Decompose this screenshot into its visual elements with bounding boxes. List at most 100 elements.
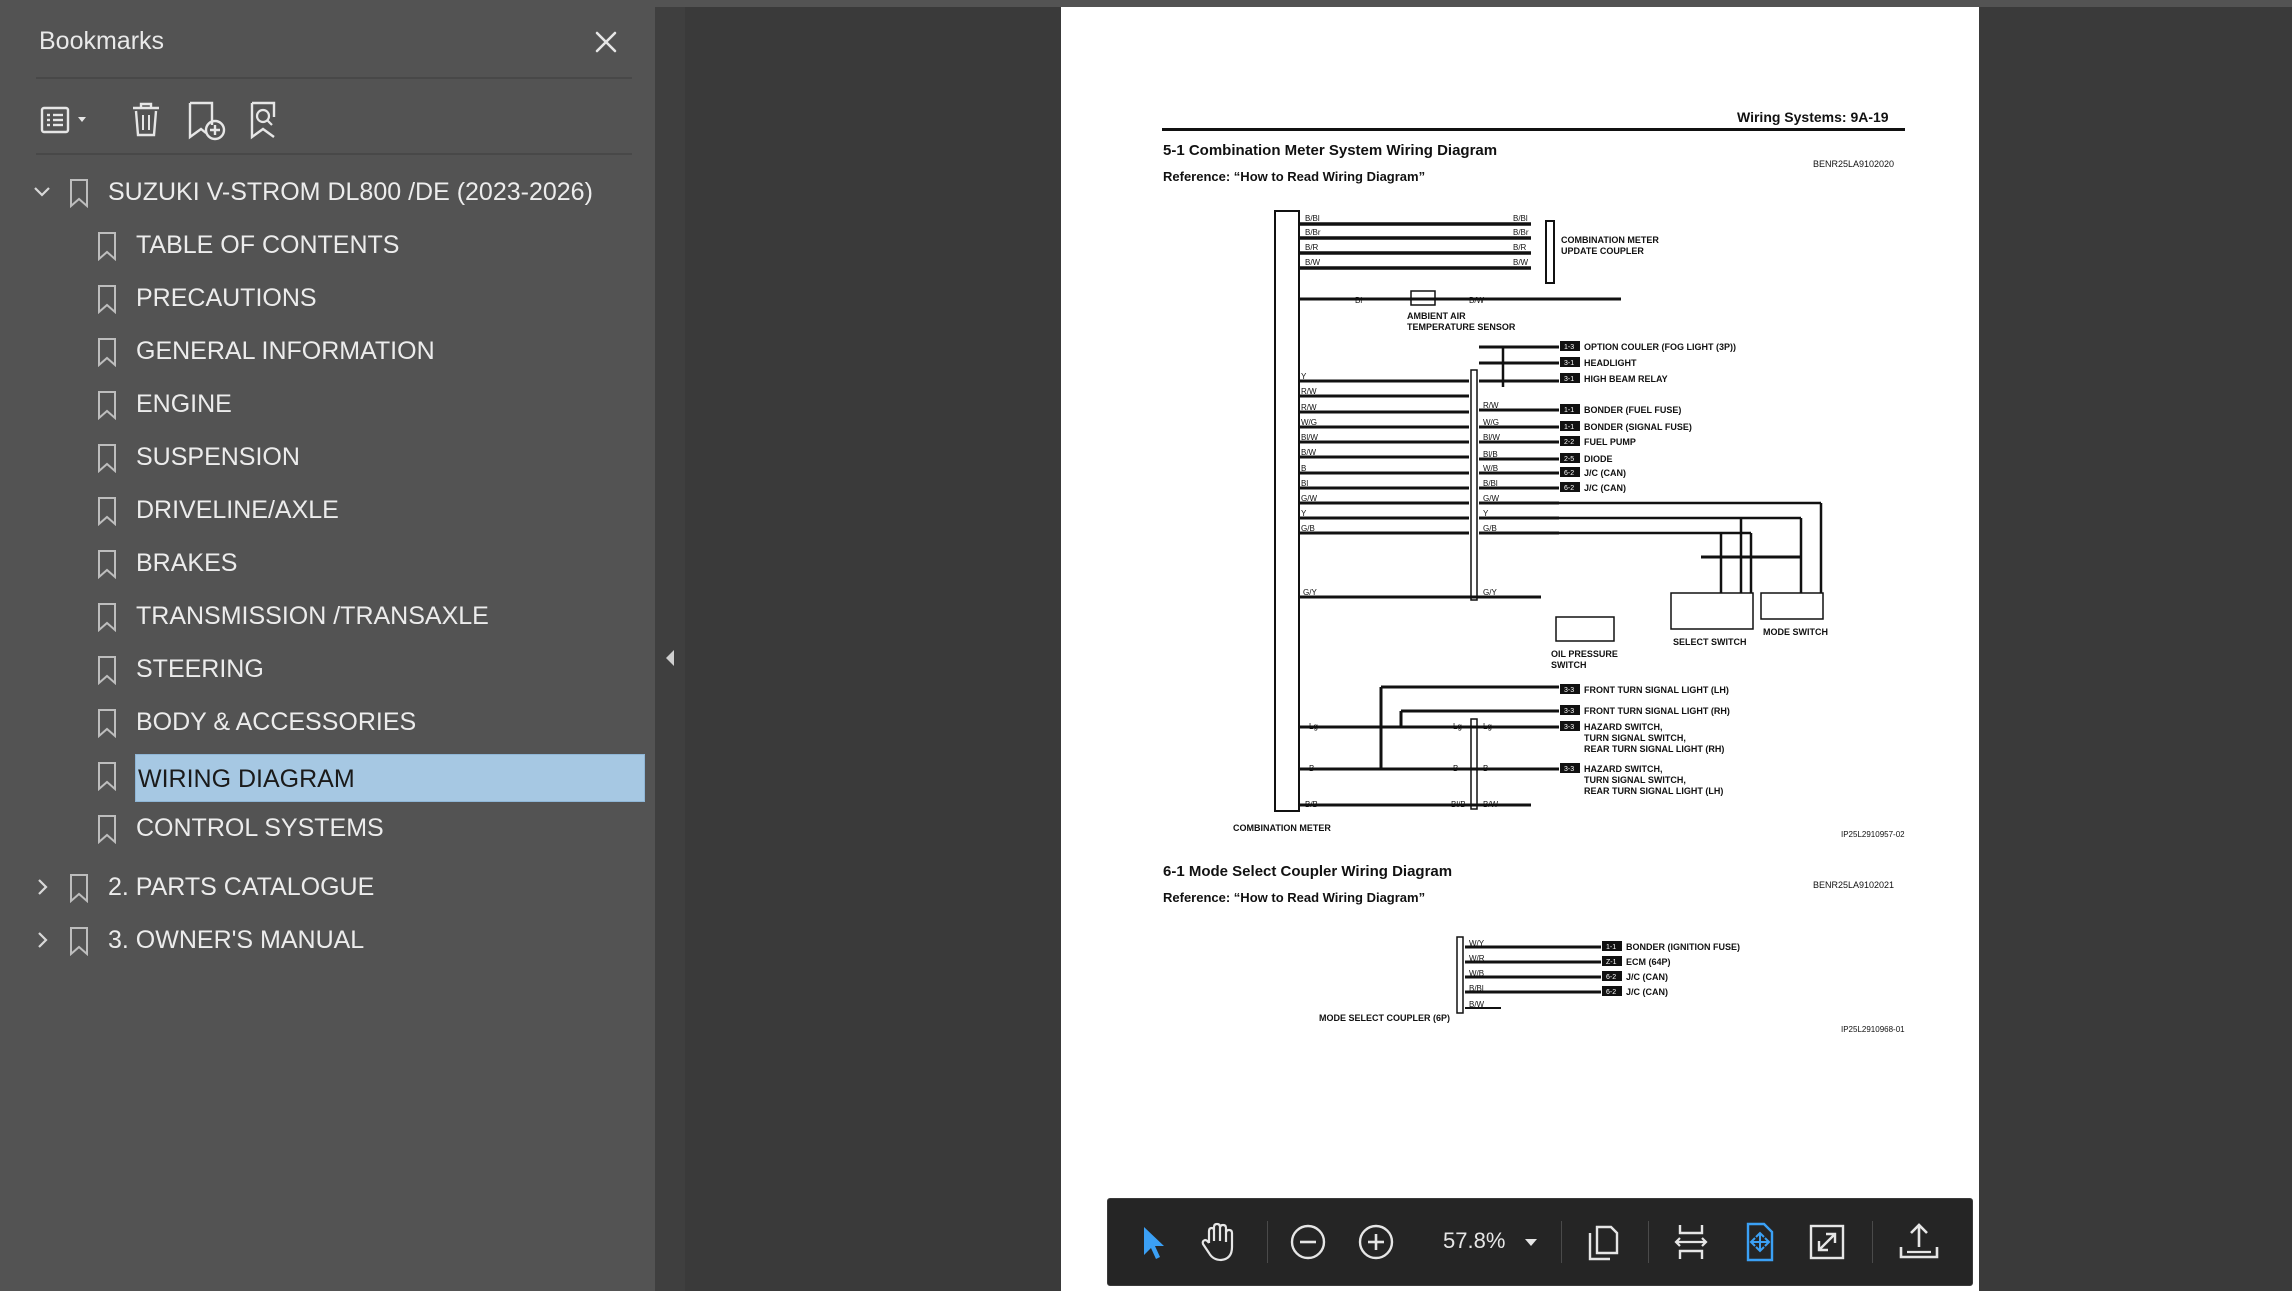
- wire-code: B/Bl: [1469, 984, 1484, 993]
- component-label: REAR TURN SIGNAL LIGHT (RH): [1584, 744, 1724, 754]
- connector-tag-label: 2-5: [1564, 456, 1574, 463]
- connector-tag-label: 6-2: [1606, 989, 1616, 996]
- bookmark-item[interactable]: SUSPENSION: [0, 433, 655, 481]
- bookmark-item[interactable]: STEERING: [0, 645, 655, 693]
- chevron-right-icon[interactable]: [30, 928, 54, 952]
- bookmark-label: TABLE OF CONTENTS: [136, 231, 400, 259]
- bookmark-label: BODY & ACCESSORIES: [136, 708, 417, 736]
- bookmark-label: PRECAUTIONS: [136, 284, 317, 312]
- select-switch-box: [1670, 592, 1754, 630]
- wire-code: B: [1453, 764, 1458, 773]
- component-label: FUEL PUMP: [1584, 437, 1636, 447]
- chevron-right-icon[interactable]: [30, 875, 54, 899]
- trash-icon[interactable]: [126, 95, 166, 145]
- component-label: FRONT TURN SIGNAL LIGHT (LH): [1584, 685, 1729, 695]
- component-label: FRONT TURN SIGNAL LIGHT (RH): [1584, 706, 1730, 716]
- bookmark-owners-manual[interactable]: 3. OWNER'S MANUAL: [0, 916, 655, 964]
- collapse-arrow-icon[interactable]: [663, 647, 677, 669]
- component-label: J/C (CAN): [1626, 972, 1668, 982]
- bookmark-parts-catalogue[interactable]: 2. PARTS CATALOGUE: [0, 863, 655, 911]
- wire-code: W/G: [1483, 418, 1499, 427]
- bookmark-icon: [98, 656, 116, 685]
- wire-code: B/W: [1301, 448, 1317, 457]
- bookmark-icon: [98, 285, 116, 314]
- connector-tag-label: 3-3: [1564, 766, 1574, 773]
- ambient-sensor-label: AMBIENT AIR: [1407, 311, 1466, 321]
- zoom-dropdown-icon[interactable]: [1516, 1219, 1546, 1265]
- wire-code: G/W: [1483, 494, 1499, 503]
- bookmark-item[interactable]: TABLE OF CONTENTS: [0, 221, 655, 269]
- connector-tag-label: 1-3: [1564, 344, 1574, 351]
- divider: [36, 153, 632, 155]
- wire-code: R/W: [1301, 387, 1317, 396]
- bookmark-icon: [70, 874, 88, 903]
- bookmark-label: BRAKES: [136, 549, 238, 577]
- wire-code: W/B: [1469, 969, 1484, 978]
- wire-code: B/W: [1513, 258, 1529, 267]
- bookmark-label: SUZUKI V-STROM DL800 /DE (2023-2026): [108, 178, 593, 206]
- component-label: OPTION COULER (FOG LIGHT (3P)): [1584, 342, 1736, 352]
- wire-code: Bl/B: [1483, 450, 1498, 459]
- zoom-out-icon[interactable]: [1285, 1219, 1331, 1265]
- add-bookmark-icon[interactable]: [184, 95, 228, 145]
- component-label: ECM (64P): [1626, 957, 1671, 967]
- bookmark-item[interactable]: BRAKES: [0, 539, 655, 587]
- page-display-icon[interactable]: [1580, 1219, 1626, 1265]
- wire-code: B/B: [1305, 800, 1318, 809]
- bookmark-options-icon[interactable]: [38, 95, 98, 145]
- close-icon[interactable]: [589, 25, 623, 59]
- component-label: HAZARD SWITCH,: [1584, 722, 1663, 732]
- bookmark-item[interactable]: ENGINE: [0, 380, 655, 428]
- bookmarks-panel: Bookmarks SUZUKI V-STROM DL800 /DE (2023…: [0, 7, 655, 1291]
- hand-tool-icon[interactable]: [1194, 1219, 1240, 1265]
- bookmark-icon: [98, 391, 116, 420]
- component-label: HIGH BEAM RELAY: [1584, 374, 1668, 384]
- fit-page-icon[interactable]: [1736, 1219, 1782, 1265]
- bookmark-item[interactable]: BODY & ACCESSORIES: [0, 698, 655, 746]
- component-label: J/C (CAN): [1626, 987, 1668, 997]
- fit-width-icon[interactable]: [1668, 1219, 1714, 1265]
- select-pointer-icon[interactable]: [1130, 1219, 1176, 1265]
- wire-code: B/Br: [1513, 228, 1529, 237]
- wire-code: R/W: [1301, 403, 1317, 412]
- bookmark-root[interactable]: SUZUKI V-STROM DL800 /DE (2023-2026): [0, 168, 655, 216]
- bookmark-item[interactable]: GENERAL INFORMATION: [0, 327, 655, 375]
- bookmark-icon: [70, 927, 88, 956]
- bookmark-icon: [98, 815, 116, 844]
- bookmark-item[interactable]: TRANSMISSION /TRANSAXLE: [0, 592, 655, 640]
- zoom-level[interactable]: 57.8%: [1443, 1228, 1505, 1254]
- connector-tag-label: 6-2: [1564, 485, 1574, 492]
- bookmark-label: SUSPENSION: [136, 443, 300, 471]
- bookmark-icon: [98, 232, 116, 261]
- section-title: 6-1 Mode Select Coupler Wiring Diagram: [1163, 863, 1453, 880]
- wire-code: Lg: [1483, 722, 1492, 731]
- zoom-in-icon[interactable]: [1353, 1219, 1399, 1265]
- wire-code: Bl: [1355, 296, 1362, 305]
- wire-code: W/G: [1301, 418, 1317, 427]
- component-label: BONDER (FUEL FUSE): [1584, 405, 1681, 415]
- bookmark-item[interactable]: DRIVELINE/AXLE: [0, 486, 655, 534]
- full-screen-icon[interactable]: [1804, 1219, 1850, 1265]
- wire-code: B/Br: [1305, 228, 1321, 237]
- wire-code: B/W: [1483, 800, 1499, 809]
- connector-tag-label: 1-1: [1606, 944, 1616, 951]
- bookmark-item[interactable]: PRECAUTIONS: [0, 274, 655, 322]
- component-label: HEADLIGHT: [1584, 358, 1637, 368]
- share-upload-icon[interactable]: [1896, 1219, 1942, 1265]
- oil-pressure-switch-box: [1555, 616, 1615, 642]
- panel-collapse-handle[interactable]: [655, 7, 685, 1291]
- figure-code: IP25L2910968-01: [1841, 1025, 1905, 1034]
- wire-code: B: [1483, 764, 1488, 773]
- wire-code: B/Bl: [1513, 214, 1528, 223]
- bookmark-item[interactable]: CONTROL SYSTEMS: [0, 804, 655, 852]
- combination-meter-update-coupler-label: COMBINATION METER: [1561, 235, 1659, 245]
- bookmark-icon: [70, 179, 88, 208]
- bookmark-label: TRANSMISSION /TRANSAXLE: [136, 602, 489, 630]
- find-bookmark-icon[interactable]: [246, 95, 290, 145]
- chevron-down-icon[interactable]: [30, 180, 54, 204]
- bookmark-selected-highlight[interactable]: WIRING DIAGRAM: [135, 754, 645, 802]
- pdf-page[interactable]: Wiring Systems: 9A-19 5-1 Combination Me…: [1061, 7, 1979, 1291]
- wire-code: G/B: [1483, 524, 1497, 533]
- wire-code: B/W: [1305, 258, 1321, 267]
- wire-code: Y: [1483, 509, 1489, 518]
